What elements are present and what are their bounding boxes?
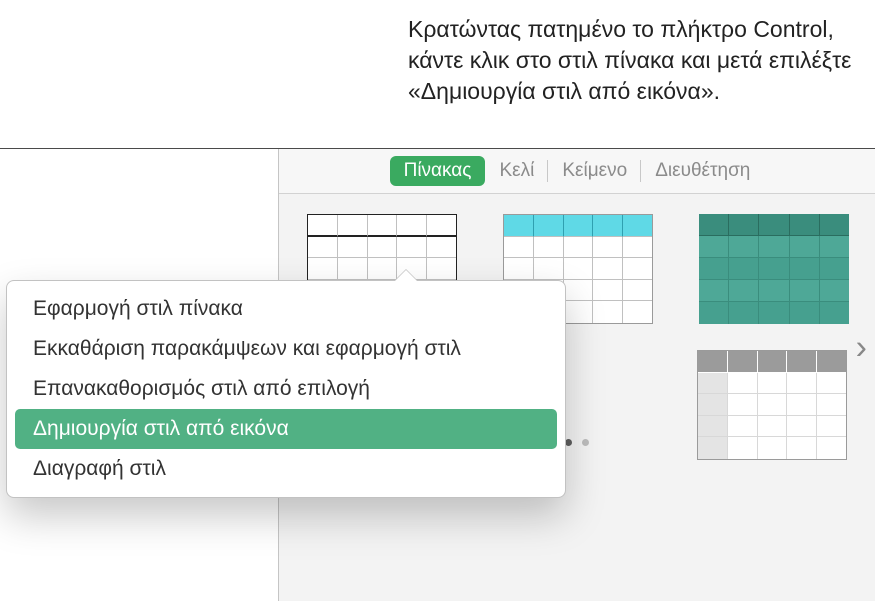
callout-text: Κρατώντας πατημένο το πλήκτρο Control, κ… — [408, 14, 858, 107]
inspector-tabs: Πίνακας Κελί Κείμενο Διευθέτηση — [279, 149, 875, 194]
tab-text[interactable]: Κείμενο — [548, 156, 641, 186]
menu-apply-style[interactable]: Εφαρμογή στιλ πίνακα — [15, 289, 557, 329]
gallery-pager — [565, 439, 589, 446]
pager-dot-1[interactable] — [565, 439, 572, 446]
table-style-thumb-gray[interactable] — [697, 350, 847, 460]
tab-table[interactable]: Πίνακας — [390, 156, 486, 186]
tab-cell[interactable]: Κελί — [485, 156, 548, 186]
table-style-context-menu: Εφαρμογή στιλ πίνακα Εκκαθάριση παρακάμψ… — [6, 280, 566, 498]
table-style-thumb-teal-fill[interactable] — [699, 214, 849, 324]
tab-arrange[interactable]: Διευθέτηση — [641, 156, 764, 186]
menu-clear-overrides[interactable]: Εκκαθάριση παρακάμψεων και εφαρμογή στιλ — [15, 329, 557, 369]
menu-create-from-image[interactable]: Δημιουργία στιλ από εικόνα — [15, 409, 557, 449]
menu-redefine-from-selection[interactable]: Επανακαθορισμός στιλ από επιλογή — [15, 369, 557, 409]
menu-delete-style[interactable]: Διαγραφή στιλ — [15, 449, 557, 489]
pager-dot-2[interactable] — [582, 439, 589, 446]
chevron-right-icon[interactable]: › — [856, 329, 867, 368]
